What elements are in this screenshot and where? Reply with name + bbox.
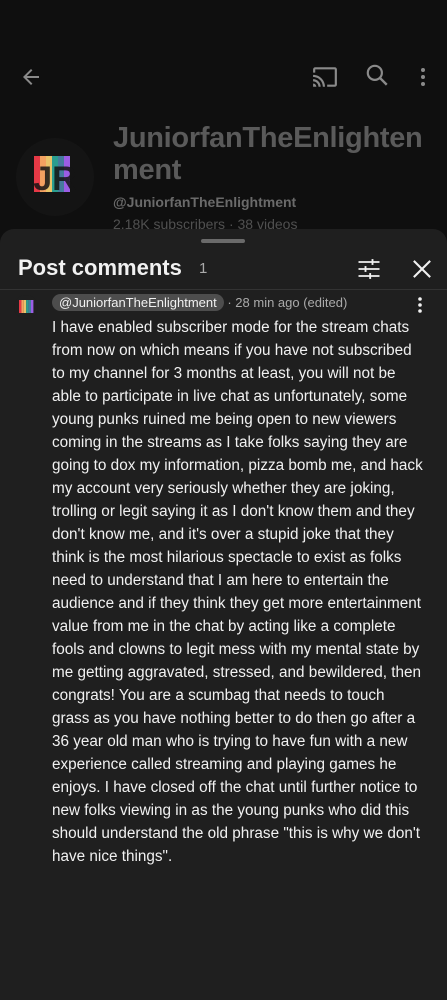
comment-author-handle[interactable]: @JuniorfanTheEnlightment — [52, 294, 224, 311]
avatar-logo: JR — [33, 156, 77, 198]
top-app-bar — [0, 48, 447, 104]
comments-sheet: Post comments 1 @JuniorfanTheEnlightment… — [0, 229, 447, 1000]
cast-icon[interactable] — [310, 62, 340, 92]
channel-header: JR JuniorfanTheEnlightenment @JuniorfanT… — [0, 104, 447, 232]
comment-count: 1 — [199, 260, 208, 277]
comment-timestamp: · 28 min ago (edited) — [223, 295, 348, 310]
filter-icon[interactable] — [355, 255, 383, 283]
comment-meta: @JuniorfanTheEnlightment · 28 min ago (e… — [52, 294, 347, 311]
back-arrow-icon[interactable] — [16, 62, 46, 92]
more-vert-icon[interactable] — [408, 62, 438, 92]
comment-author-avatar[interactable] — [14, 295, 38, 319]
comments-header: Post comments 1 — [0, 249, 447, 289]
status-bar — [0, 0, 447, 48]
header-divider — [0, 289, 447, 290]
search-icon[interactable] — [362, 60, 392, 90]
comment-text: I have enabled subscriber mode for the s… — [52, 319, 423, 865]
svg-text:JR: JR — [33, 160, 76, 198]
close-icon[interactable] — [408, 255, 436, 283]
drag-handle[interactable] — [201, 239, 245, 243]
channel-avatar[interactable]: JR — [16, 138, 94, 216]
comment-more-icon[interactable] — [410, 293, 430, 317]
channel-handle: @JuniorfanTheEnlightment — [113, 194, 297, 210]
channel-title: JuniorfanTheEnlightenment — [113, 122, 423, 186]
comments-title: Post comments — [18, 255, 182, 280]
